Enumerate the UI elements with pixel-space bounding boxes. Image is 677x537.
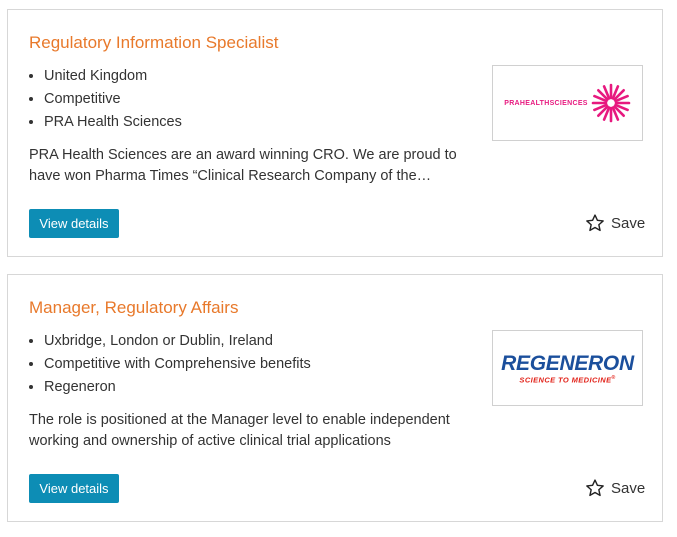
employer-logo[interactable]: PRAHEALTHSCIENCES <box>492 65 643 141</box>
job-employer: Regeneron <box>44 376 311 399</box>
save-job-button[interactable]: Save <box>585 212 645 234</box>
job-meta-list: United Kingdom Competitive PRA Health Sc… <box>25 65 182 134</box>
job-card: Regulatory Information Specialist United… <box>7 9 663 257</box>
view-details-button[interactable]: View details <box>29 209 119 238</box>
job-title-link[interactable]: Regulatory Information Specialist <box>29 33 278 53</box>
star-outline-icon <box>586 479 604 497</box>
job-location: United Kingdom <box>44 65 182 88</box>
pra-logo-text: PRAHEALTHSCIENCES <box>504 99 588 107</box>
star-outline-icon <box>586 214 604 232</box>
regeneron-logo-name: REGENERON <box>501 351 634 375</box>
job-description: The role is positioned at the Manager le… <box>29 412 450 449</box>
job-title-link[interactable]: Manager, Regulatory Affairs <box>29 298 238 318</box>
employer-logo[interactable]: REGENERON SCIENCE TO MEDICINE® <box>492 330 643 406</box>
pra-logo: PRAHEALTHSCIENCES <box>504 83 631 123</box>
job-location: Uxbridge, London or Dublin, Ireland <box>44 330 311 353</box>
job-salary: Competitive with Comprehensive benefits <box>44 353 311 376</box>
regeneron-logo: REGENERON SCIENCE TO MEDICINE® <box>501 353 634 384</box>
save-label: Save <box>611 214 646 232</box>
save-label: Save <box>611 479 646 497</box>
view-details-button[interactable]: View details <box>29 474 119 503</box>
job-employer: PRA Health Sciences <box>44 111 182 134</box>
job-meta-list: Uxbridge, London or Dublin, Ireland Comp… <box>25 330 311 399</box>
save-job-button[interactable]: Save <box>585 477 645 499</box>
job-description: PRA Health Sciences are an award winning… <box>29 147 457 184</box>
regeneron-logo-tagline: SCIENCE TO MEDICINE® <box>519 374 616 384</box>
job-salary: Competitive <box>44 88 182 111</box>
job-card: Manager, Regulatory Affairs Uxbridge, Lo… <box>7 274 663 522</box>
pra-starburst-icon <box>591 83 631 123</box>
